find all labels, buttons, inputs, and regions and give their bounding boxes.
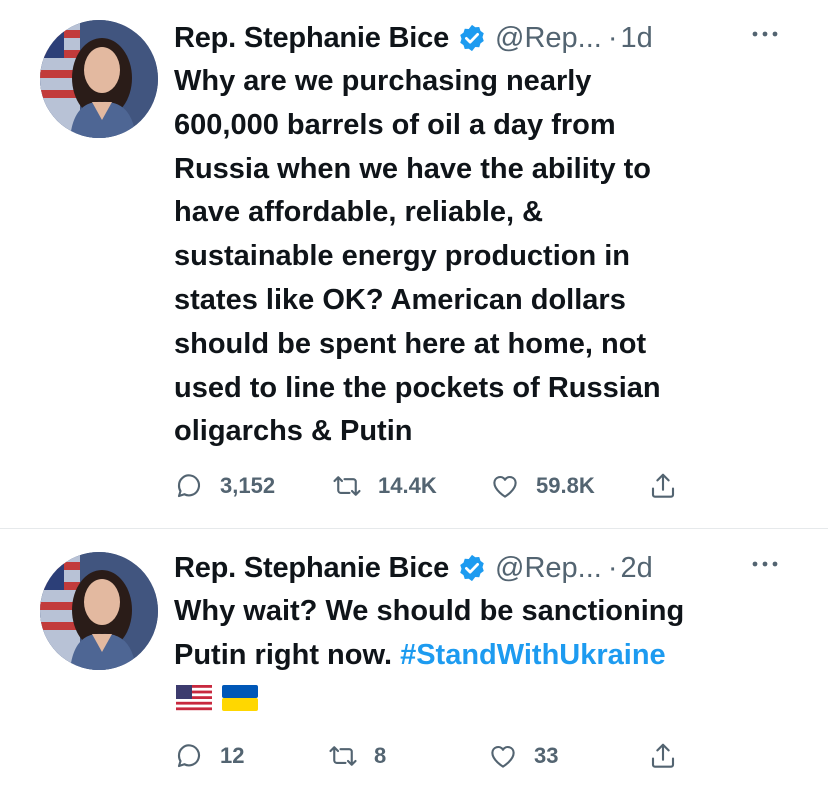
- reply-icon: [177, 474, 201, 498]
- heart-icon: [491, 745, 515, 768]
- retweet-count: 8: [374, 743, 387, 768]
- like-button[interactable]: 59.8K: [490, 468, 595, 504]
- retweet-button[interactable]: 14.4K: [332, 468, 437, 504]
- more-options-icon[interactable]: [750, 554, 780, 574]
- tweet-age[interactable]: 1d: [620, 22, 652, 55]
- tweet-text-line: have affordable, reliable, &: [174, 196, 544, 229]
- ukraine-flag-icon: [222, 685, 258, 711]
- more-options-icon[interactable]: [750, 24, 780, 44]
- tweet-header: Rep. Stephanie Bice @Rep... · 1d: [174, 18, 653, 58]
- retweet-button[interactable]: 8: [328, 738, 386, 774]
- tweet-text: Why wait? We should be sanctioning Putin…: [174, 590, 784, 678]
- tweet-text-segment: Putin right now.: [174, 638, 392, 671]
- like-count: 33: [534, 743, 559, 768]
- reply-button[interactable]: 3,152: [174, 468, 275, 504]
- tweet-text-line: sustainable energy production in: [174, 240, 631, 273]
- author-handle[interactable]: @Rep...: [495, 22, 602, 55]
- reply-count: 3,152: [220, 473, 276, 498]
- share-button[interactable]: [648, 468, 678, 504]
- retweet-icon: [333, 476, 361, 496]
- like-button[interactable]: 33: [488, 738, 558, 774]
- tweet[interactable]: Rep. Stephanie Bice @Rep... · 1d Why are…: [0, 0, 828, 528]
- heart-icon: [493, 475, 517, 498]
- tweet-text-line: Why are we purchasing nearly: [174, 65, 592, 97]
- verified-badge-icon: [457, 23, 487, 53]
- retweet-count: 14.4K: [378, 473, 437, 498]
- tweet-text-line: oligarchs & Putin: [174, 415, 413, 448]
- tweet-text-line-2: Putin right now. #StandWithUkraine: [174, 634, 784, 678]
- verified-badge-icon: [457, 553, 487, 583]
- tweet-text-line: 600,000 barrels of oil a day from: [174, 108, 616, 141]
- share-icon: [651, 473, 675, 498]
- avatar[interactable]: [40, 20, 158, 138]
- emoji-flags: [176, 685, 258, 711]
- tweet-text-line: used to line the pockets of Russian: [174, 371, 661, 404]
- tweet-divider: [0, 528, 828, 529]
- like-count: 59.8K: [536, 473, 595, 498]
- reply-count: 12: [220, 743, 245, 768]
- reply-icon: [177, 744, 201, 768]
- tweet-text: Why are we purchasing nearly 600,000 bar…: [174, 60, 784, 454]
- us-flag-icon: [176, 685, 212, 711]
- author-name[interactable]: Rep. Stephanie Bice: [174, 552, 449, 585]
- author-name[interactable]: Rep. Stephanie Bice: [174, 22, 449, 55]
- tweet-text-line: Why wait? We should be sanctioning: [174, 595, 685, 627]
- tweet-actions: 12 8 33: [174, 738, 694, 774]
- tweet-text-line: should be spent here at home, not: [174, 327, 647, 360]
- tweet[interactable]: Rep. Stephanie Bice @Rep... · 2d Why wai…: [0, 530, 828, 794]
- tweet-text-line: states like OK? American dollars: [174, 283, 626, 316]
- avatar[interactable]: [40, 552, 158, 670]
- tweet-text-line: Russia when we have the ability to: [174, 152, 652, 185]
- share-icon: [651, 743, 675, 768]
- reply-button[interactable]: 12: [174, 738, 244, 774]
- tweet-age[interactable]: 2d: [620, 552, 652, 585]
- separator-dot: ·: [607, 21, 618, 54]
- hashtag-link[interactable]: #StandWithUkraine: [400, 639, 666, 671]
- tweet-actions: 3,152 14.4K 59.8K: [174, 468, 694, 504]
- author-handle[interactable]: @Rep...: [495, 552, 602, 585]
- tweet-header: Rep. Stephanie Bice @Rep... · 2d: [174, 548, 653, 588]
- share-button[interactable]: [648, 738, 678, 774]
- separator-dot: ·: [607, 551, 618, 584]
- retweet-icon: [329, 746, 357, 766]
